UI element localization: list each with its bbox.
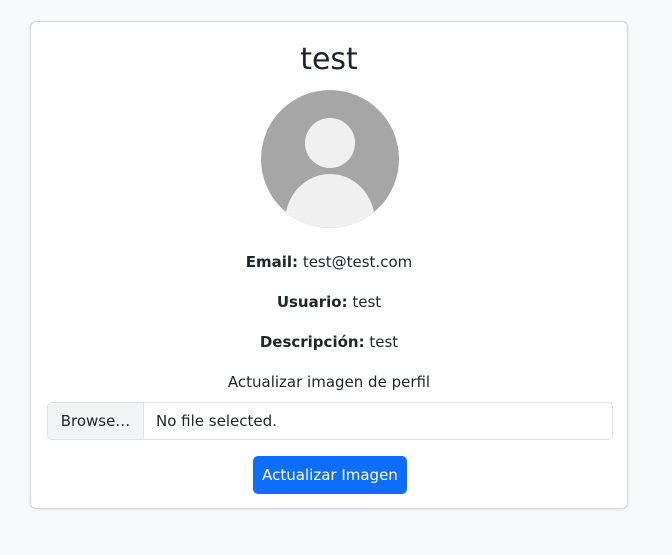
email-label: Email:	[245, 253, 299, 271]
profile-card: test Email: test@test.com Usuario: test …	[30, 21, 628, 509]
username-value: test	[352, 293, 382, 311]
profile-image-file-input[interactable]: Browse… No file selected.	[47, 402, 613, 440]
page-title: test	[300, 42, 358, 77]
email-line: Email: test@test.com	[31, 251, 627, 273]
description-label: Descripción:	[259, 333, 365, 351]
upload-label: Actualizar imagen de perfil	[227, 373, 431, 391]
username-line: Usuario: test	[31, 291, 627, 313]
description-line: Descripción: test	[31, 331, 627, 353]
email-value: test@test.com	[302, 253, 413, 271]
file-status-text: No file selected.	[156, 412, 277, 430]
avatar-icon	[261, 90, 399, 228]
description-value: test	[369, 333, 399, 351]
username-label: Usuario:	[276, 293, 348, 311]
browse-button[interactable]: Browse…	[48, 403, 144, 439]
update-image-button[interactable]: Actualizar Imagen	[253, 456, 407, 494]
